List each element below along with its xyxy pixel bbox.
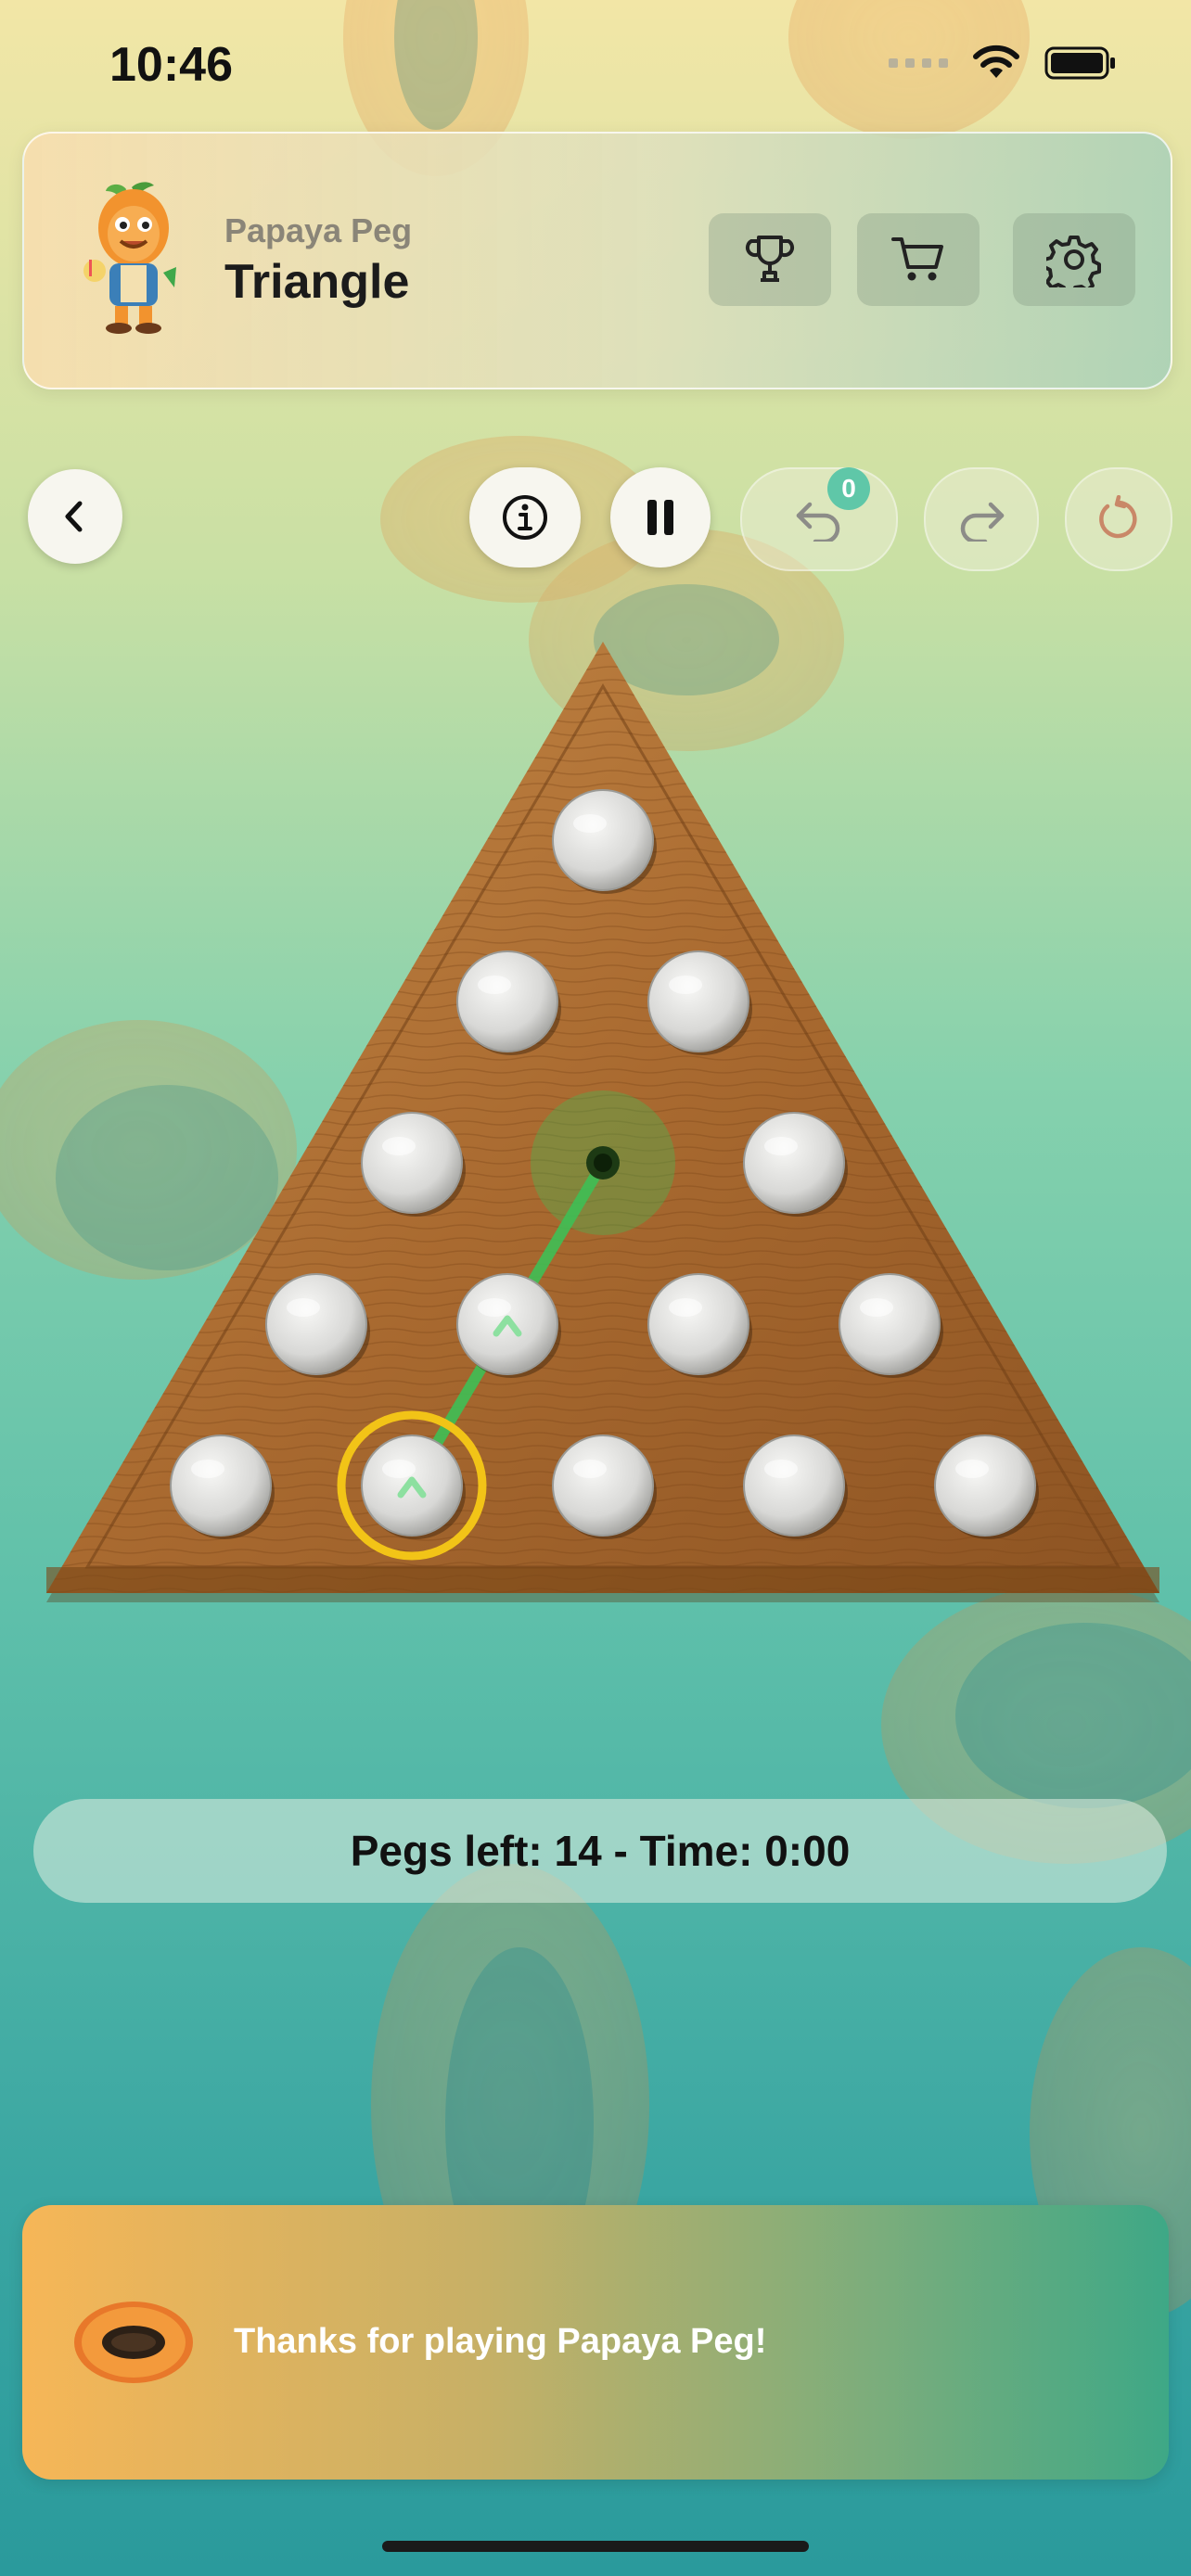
papaya-mascot-icon [83, 182, 176, 334]
peg[interactable] [361, 1112, 463, 1214]
status-time: 10:46 [109, 38, 233, 92]
restart-button[interactable] [1065, 467, 1172, 571]
peg-highlight [764, 1137, 798, 1155]
pause-button[interactable] [610, 467, 711, 567]
papaya-icon [74, 2302, 193, 2383]
peg-highlight [382, 1460, 416, 1478]
peg-highlight [191, 1460, 224, 1478]
peg-board [46, 642, 1159, 1602]
page-title: Triangle [224, 255, 410, 309]
undo-button[interactable] [740, 467, 898, 571]
signal-icon [889, 58, 948, 68]
peg-highlight [860, 1298, 893, 1317]
peg-highlight [764, 1460, 798, 1478]
info-icon [503, 495, 547, 540]
peg-highlight [955, 1460, 989, 1478]
peg[interactable] [743, 1112, 845, 1214]
peg[interactable] [743, 1435, 845, 1537]
status-icons [889, 45, 1117, 82]
peg[interactable] [934, 1435, 1036, 1537]
peg-highlight [669, 1298, 702, 1317]
peg-highlight [478, 976, 511, 994]
redo-icon [960, 502, 1005, 542]
peg-highlight [669, 976, 702, 994]
peg[interactable] [647, 950, 749, 1052]
game-status: Pegs left: 14 - Time: 0:00 [33, 1799, 1167, 1903]
home-indicator [382, 2541, 809, 2552]
peg[interactable] [552, 1435, 654, 1537]
banner-text: Thanks for playing Papaya Peg! [234, 2322, 767, 2361]
pause-icon [647, 500, 673, 535]
peg-highlight [287, 1298, 320, 1317]
redo-button[interactable] [924, 467, 1039, 571]
peg[interactable] [170, 1435, 272, 1537]
wifi-icon [973, 45, 1019, 78]
restart-icon [1099, 495, 1137, 539]
info-button[interactable] [469, 467, 581, 567]
header-card: Papaya Peg Triangle [22, 132, 1172, 389]
peg-highlight [382, 1137, 416, 1155]
peg[interactable] [265, 1273, 367, 1375]
trophy-icon [745, 236, 795, 282]
peg-highlight [573, 1460, 607, 1478]
settings-button[interactable] [1013, 213, 1135, 306]
peg[interactable] [456, 950, 558, 1052]
leaderboard-button[interactable] [709, 213, 831, 306]
peg[interactable] [647, 1273, 749, 1375]
undo-count-badge: 0 [827, 467, 870, 510]
empty-hole-center [594, 1154, 612, 1172]
peg-highlight [573, 814, 607, 833]
app-name: Papaya Peg [224, 211, 413, 249]
chevron-left-icon [65, 501, 83, 532]
cart-icon [891, 237, 943, 281]
gear-icon [1046, 236, 1101, 287]
peg[interactable] [839, 1273, 941, 1375]
battery-icon [1044, 46, 1115, 80]
store-button[interactable] [857, 213, 980, 306]
peg-highlight [478, 1298, 511, 1317]
banner-ad[interactable]: Thanks for playing Papaya Peg! [22, 2205, 1169, 2480]
peg[interactable] [552, 789, 654, 891]
back-button[interactable] [28, 469, 122, 564]
peg[interactable] [361, 1435, 463, 1537]
peg[interactable] [456, 1273, 558, 1375]
